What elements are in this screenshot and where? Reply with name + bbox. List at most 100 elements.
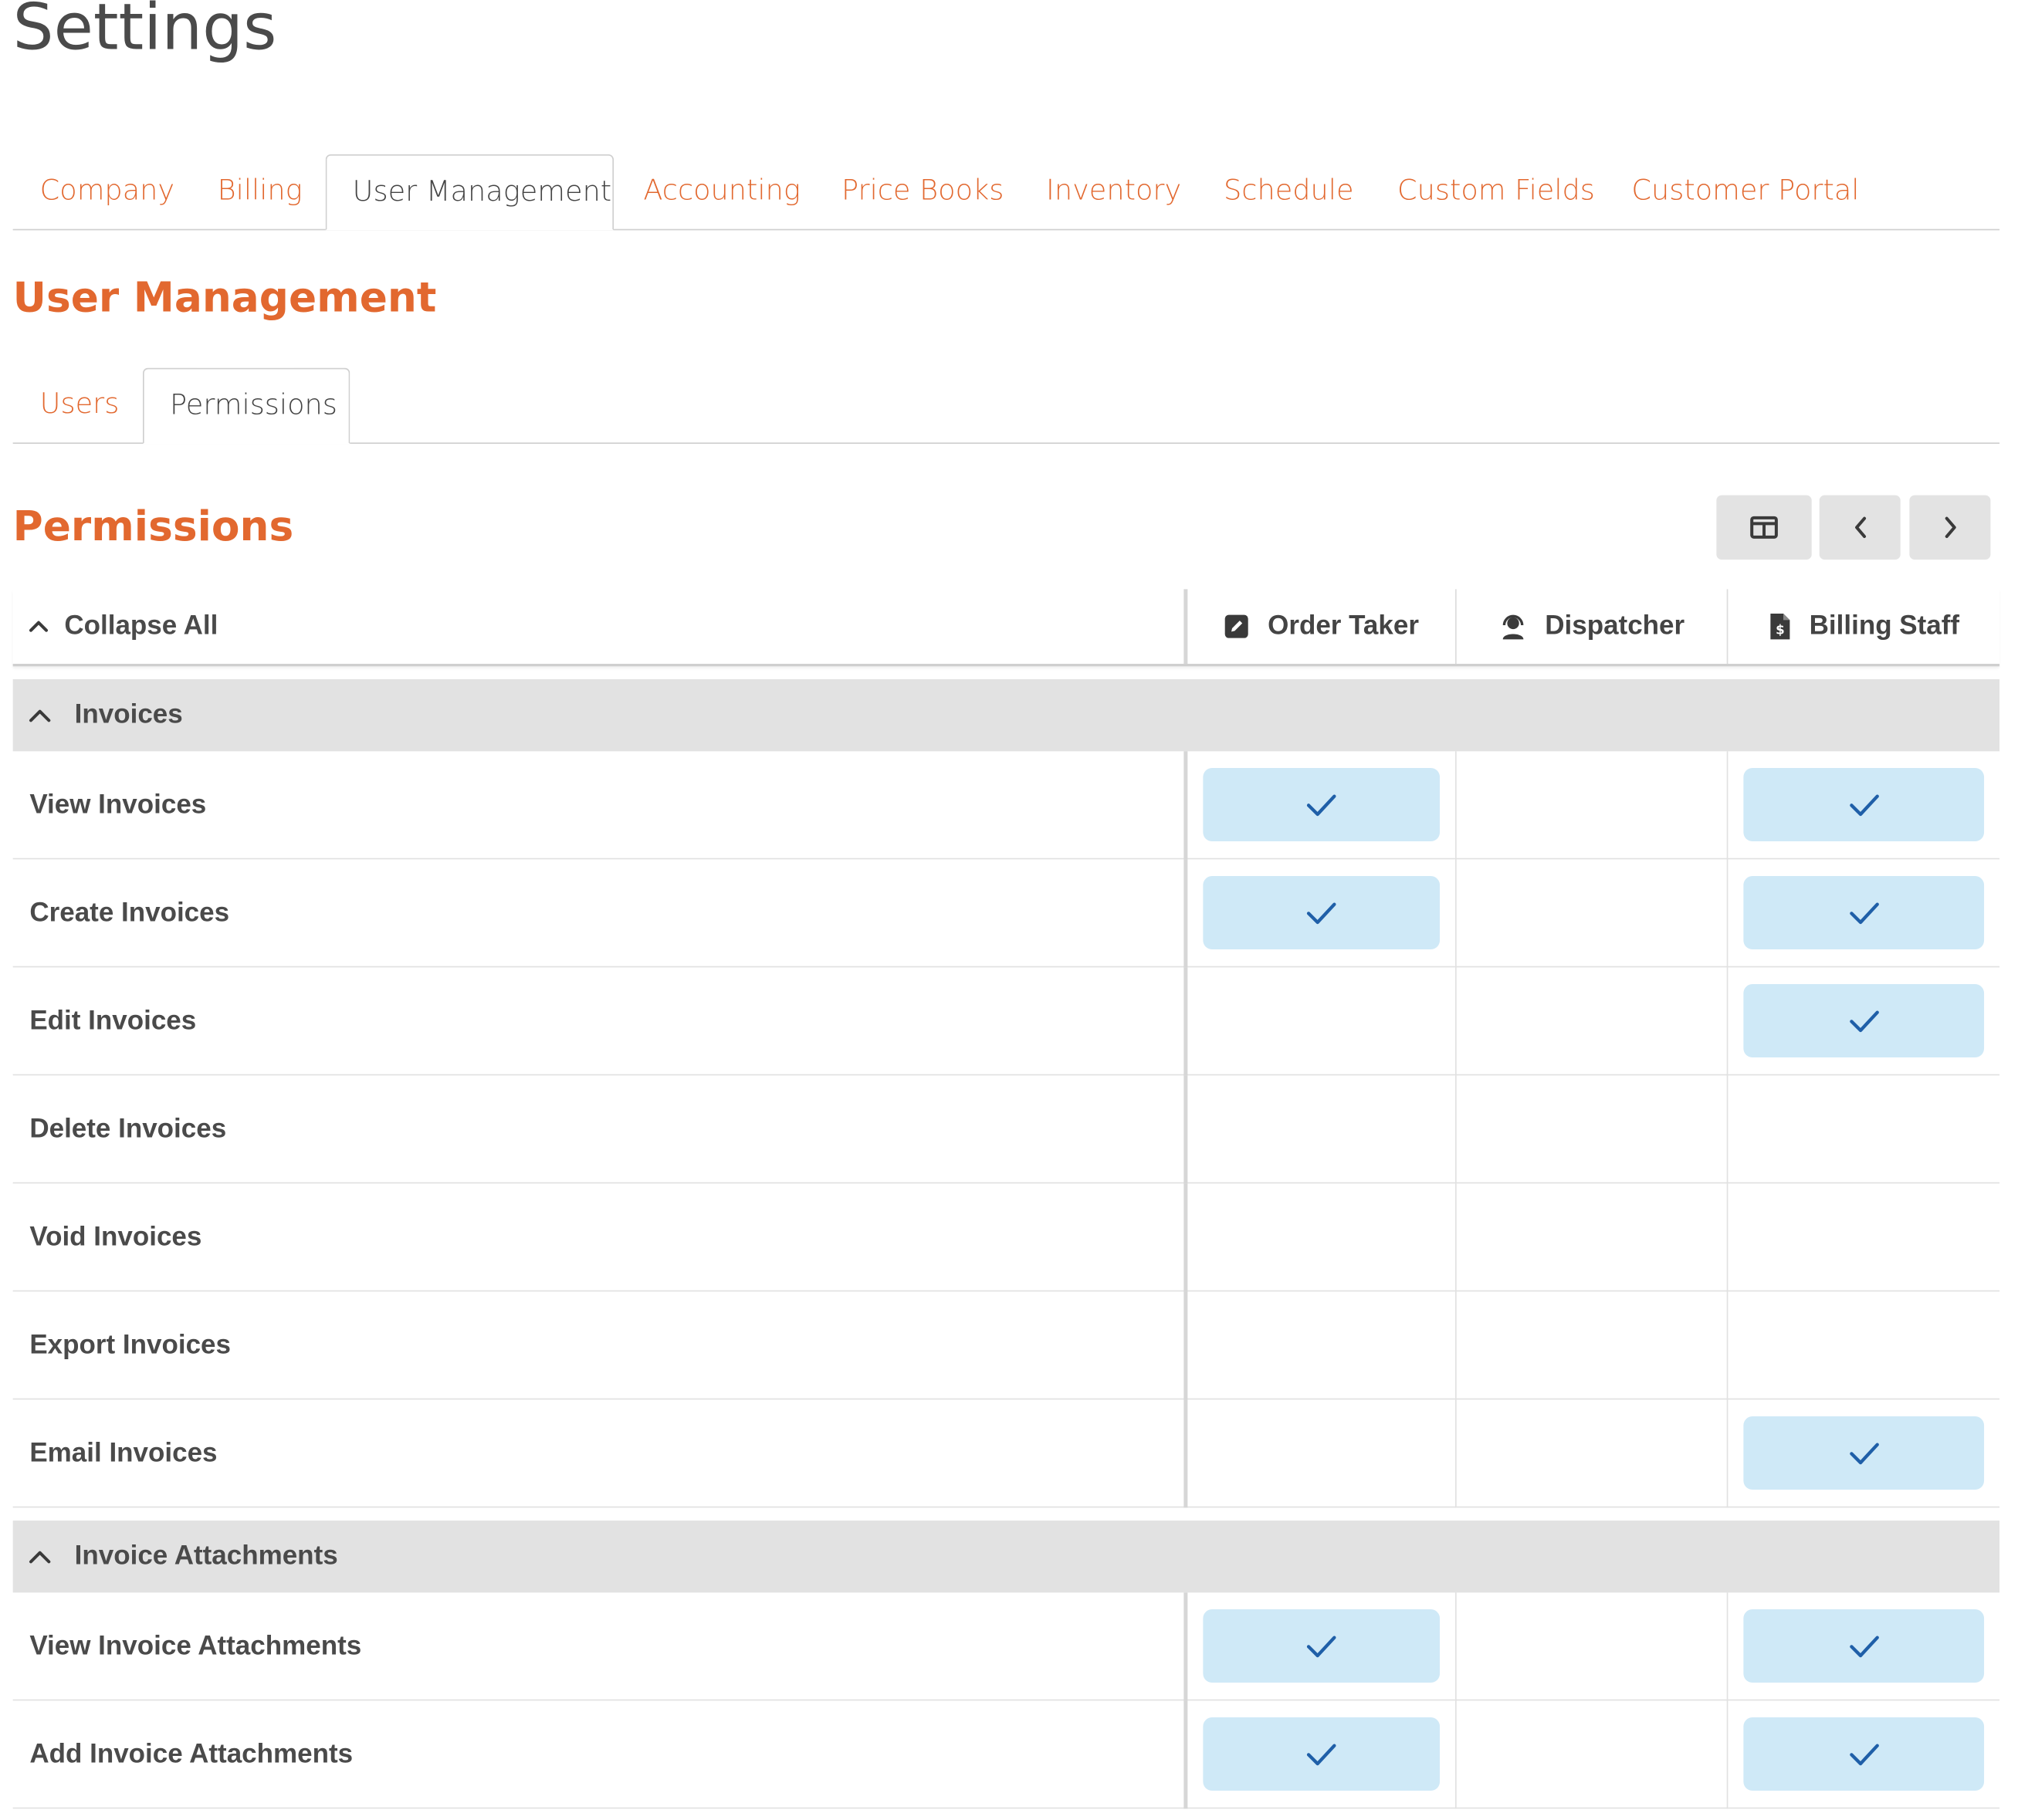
permission-cell-dispatcher[interactable] [1455, 859, 1727, 968]
permission-label: Edit Invoices [29, 1006, 197, 1036]
next-page-button[interactable] [1909, 495, 1991, 560]
permission-row: Create Invoices [12, 859, 2000, 968]
permission-cell-dispatcher[interactable] [1455, 1075, 1727, 1184]
permission-cell-dispatcher[interactable] [1455, 751, 1727, 860]
group-header: Invoice Attachments [29, 1541, 338, 1572]
permission-cell-billing-staff[interactable] [1726, 967, 1999, 1076]
checkmark-icon [1306, 793, 1336, 816]
permission-cell-billing-staff[interactable] [1726, 1183, 1999, 1292]
tab-schedule[interactable]: Schedule [1198, 154, 1380, 229]
permission-cell-billing-staff[interactable] [1726, 1592, 1999, 1701]
column-order-taker: Order Taker [1183, 589, 1455, 665]
page-title: Settings [12, 0, 277, 65]
headset-icon [1502, 614, 1523, 640]
checkmark-icon [1306, 1635, 1336, 1657]
column-label: Billing Staff [1809, 611, 1960, 641]
permission-cell-order-taker[interactable] [1183, 1183, 1455, 1292]
permission-granted-toggle[interactable] [1743, 1416, 1985, 1490]
svg-text:$: $ [1776, 623, 1785, 638]
checkmark-icon [1306, 1743, 1336, 1765]
column-dispatcher: Dispatcher [1455, 589, 1727, 665]
permission-cell-dispatcher[interactable] [1455, 1183, 1727, 1292]
permission-cell-order-taker[interactable] [1183, 1291, 1455, 1400]
permission-granted-toggle[interactable] [1203, 1717, 1441, 1791]
tab-inventory[interactable]: Inventory [1021, 154, 1207, 229]
permission-cell-dispatcher[interactable] [1455, 1700, 1727, 1809]
permission-label: Delete Invoices [29, 1114, 227, 1144]
permission-row: Delete Invoices [12, 1075, 2000, 1184]
permission-cell-order-taker[interactable] [1183, 1075, 1455, 1184]
permission-granted-toggle[interactable] [1743, 768, 1985, 842]
section-title: User Management [12, 272, 437, 322]
permission-cell-order-taker[interactable] [1183, 1399, 1455, 1508]
permissions-table: Collapse All Order Taker Dispatcher $ Bi… [12, 589, 2000, 1809]
tab-company[interactable]: Company [14, 154, 200, 229]
permission-granted-toggle[interactable] [1203, 876, 1441, 950]
collapse-all-label: Collapse All [64, 611, 218, 641]
checkmark-icon [1849, 1743, 1879, 1765]
tab-customer-portal[interactable]: Customer Portal [1606, 154, 1885, 229]
permission-cell-order-taker[interactable] [1183, 967, 1455, 1076]
permission-label: Void Invoices [29, 1222, 202, 1252]
group-header: Invoices [29, 700, 183, 731]
permission-row: Void Invoices [12, 1183, 2000, 1292]
column-billing-staff: $ Billing Staff [1726, 589, 1999, 665]
tab-price-books[interactable]: Price Books [816, 154, 1030, 229]
permission-cell-order-taker[interactable] [1183, 1700, 1455, 1809]
permission-label: View Invoice Attachments [29, 1631, 362, 1661]
group-label: Invoice Attachments [74, 1541, 338, 1571]
tab-users[interactable]: Users [14, 368, 144, 443]
permission-granted-toggle[interactable] [1203, 768, 1441, 842]
permission-row: Email Invoices [12, 1399, 2000, 1508]
checkmark-icon [1849, 1010, 1879, 1032]
permission-granted-toggle[interactable] [1743, 1717, 1985, 1791]
permission-row: View Invoice Attachments [12, 1592, 2000, 1701]
permission-cell-order-taker[interactable] [1183, 859, 1455, 968]
chevron-up-icon [29, 709, 51, 722]
permission-cell-billing-staff[interactable] [1726, 1075, 1999, 1184]
tab-accounting[interactable]: Accounting [618, 154, 826, 229]
tab-billing[interactable]: Billing [191, 154, 328, 229]
permission-cell-order-taker[interactable] [1183, 1592, 1455, 1701]
sub-tabs: Users Permissions [12, 367, 2000, 445]
table-header: Collapse All Order Taker Dispatcher $ Bi… [12, 589, 2000, 667]
checkmark-icon [1306, 902, 1336, 924]
permission-granted-toggle[interactable] [1743, 1609, 1985, 1683]
permission-cell-billing-staff[interactable] [1726, 1399, 1999, 1508]
permission-cell-billing-staff[interactable] [1726, 751, 1999, 860]
tab-custom-fields[interactable]: Custom Fields [1372, 154, 1621, 229]
collapse-all-button[interactable]: Collapse All [29, 589, 218, 664]
columns-button[interactable] [1716, 495, 1812, 560]
group-label: Invoices [74, 699, 183, 730]
permission-label: Create Invoices [29, 898, 230, 928]
permission-cell-billing-staff[interactable] [1726, 1291, 1999, 1400]
permission-label: Add Invoice Attachments [29, 1739, 354, 1769]
edit-icon [1225, 614, 1249, 638]
permission-granted-toggle[interactable] [1743, 876, 1985, 950]
checkmark-icon [1849, 1635, 1879, 1657]
permission-granted-toggle[interactable] [1743, 984, 1985, 1058]
main-tabs: Company Billing User Management Accounti… [12, 154, 2000, 231]
permission-cell-dispatcher[interactable] [1455, 1399, 1727, 1508]
permission-row: Export Invoices [12, 1291, 2000, 1400]
permission-cell-dispatcher[interactable] [1455, 967, 1727, 1076]
permission-row: View Invoices [12, 751, 2000, 860]
prev-page-button[interactable] [1819, 495, 1901, 560]
chevron-up-icon [29, 1551, 51, 1564]
permission-cell-dispatcher[interactable] [1455, 1592, 1727, 1701]
chevron-left-icon [1854, 516, 1866, 539]
checkmark-icon [1849, 902, 1879, 924]
permission-label: Export Invoices [29, 1330, 231, 1360]
group-invoice-attachments[interactable]: Invoice Attachments [12, 1521, 2000, 1593]
tab-permissions[interactable]: Permissions [143, 367, 350, 445]
permissions-title: Permissions [12, 502, 294, 551]
tab-user-management[interactable]: User Management [325, 154, 615, 231]
permission-cell-billing-staff[interactable] [1726, 1700, 1999, 1809]
permission-cell-order-taker[interactable] [1183, 751, 1455, 860]
permission-granted-toggle[interactable] [1203, 1609, 1441, 1683]
permission-label: View Invoices [29, 790, 207, 820]
permission-row: Add Invoice Attachments [12, 1700, 2000, 1809]
permission-cell-billing-staff[interactable] [1726, 859, 1999, 968]
permission-cell-dispatcher[interactable] [1455, 1291, 1727, 1400]
group-invoices[interactable]: Invoices [12, 679, 2000, 752]
